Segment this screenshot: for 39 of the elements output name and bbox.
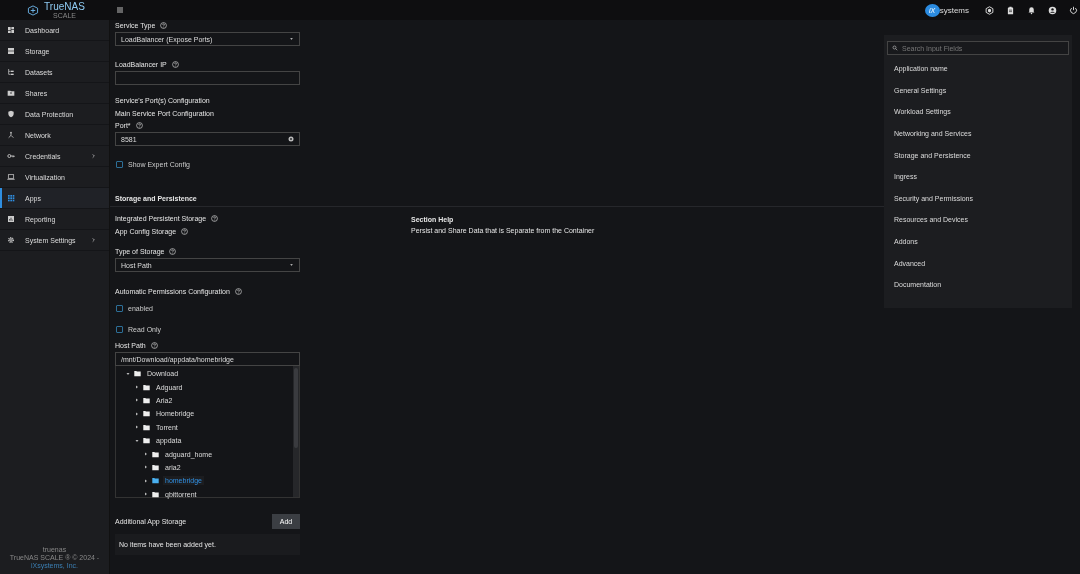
logo-text: TrueNAS [44,1,85,12]
checkbox[interactable] [116,160,123,168]
gear-icon [7,236,15,244]
hierarchy-icon [7,68,15,76]
clear-icon[interactable] [288,136,294,142]
hexagon-icon [985,5,994,15]
power-button[interactable] [1069,5,1078,15]
clipboard-button[interactable] [1006,5,1015,15]
laptop-icon [7,173,15,181]
clipboard-icon [1006,5,1015,15]
shield-icon [7,110,15,118]
network-icon [7,131,15,139]
help-icon[interactable] [234,287,242,295]
hexagon-button[interactable] [985,5,994,15]
dropdown-arrow-icon [289,37,294,41]
folder-icon [7,89,15,97]
bell-icon [1027,5,1036,15]
checkbox[interactable] [116,304,123,312]
help-icon[interactable] [181,227,189,235]
search-icon [892,45,898,51]
help-icon[interactable] [135,122,143,129]
grid-icon [7,194,15,202]
checkbox[interactable] [116,325,123,333]
help-icon[interactable] [211,214,219,222]
help-icon[interactable] [171,61,179,68]
input-field[interactable] [115,71,300,85]
key-icon [7,152,15,160]
bell-button[interactable] [1027,5,1036,15]
help-icon[interactable] [160,22,168,29]
dashboard-icon [7,26,15,34]
brand-text: systems [939,5,969,15]
dropdown-arrow-icon [289,263,294,267]
help-icon[interactable] [150,342,158,349]
help-icon[interactable] [169,248,177,255]
power-icon [1069,5,1078,15]
server-icon [7,47,15,55]
scrollbar[interactable] [293,366,299,497]
account-icon [1048,5,1057,15]
account-button[interactable] [1048,5,1057,15]
